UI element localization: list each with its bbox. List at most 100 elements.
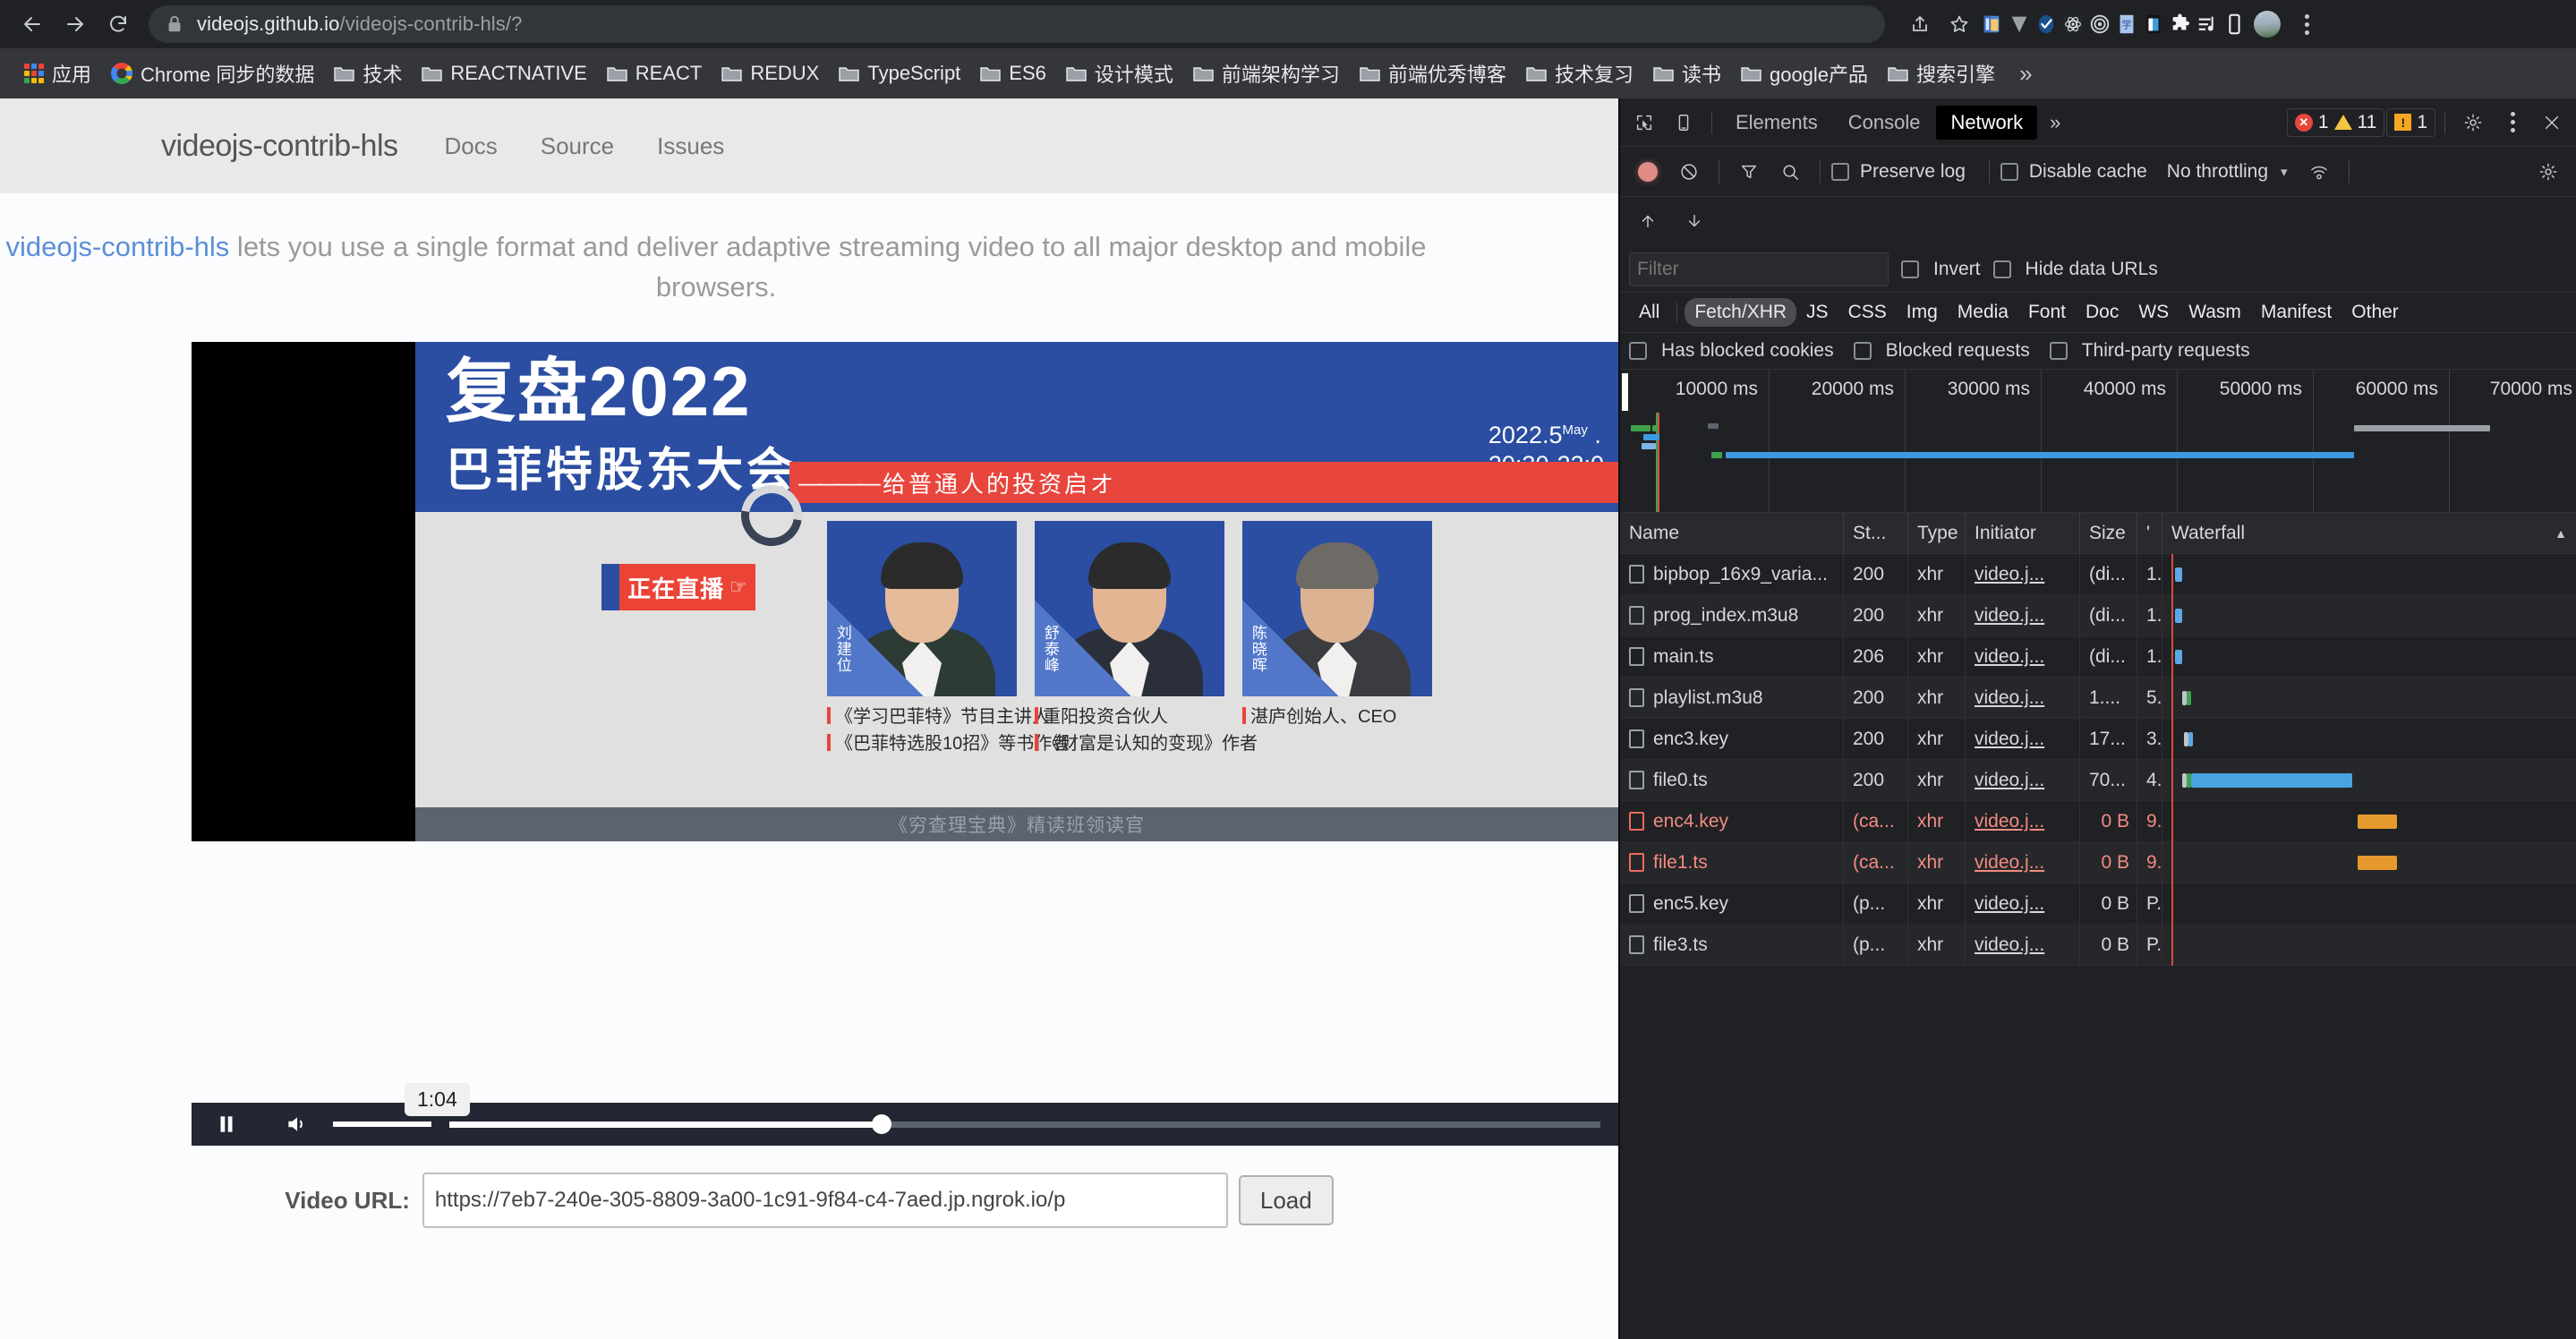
column-header-waterfall[interactable]: Waterfall ▲: [2162, 513, 2576, 554]
nav-link-docs[interactable]: Docs: [445, 132, 498, 160]
bookmark-item[interactable]: 读书: [1643, 54, 1731, 93]
issues-counter[interactable]: ! 1: [2386, 107, 2435, 137]
tab-network[interactable]: Network: [1936, 105, 2038, 140]
nav-link-issues[interactable]: Issues: [657, 132, 724, 160]
throttling-select[interactable]: No throttling: [2167, 161, 2268, 183]
bookmark-item[interactable]: 前端架构学习: [1183, 54, 1350, 93]
tab-console[interactable]: Console: [1834, 106, 1935, 140]
reload-button[interactable]: [98, 4, 138, 44]
third-party-requests-checkbox[interactable]: [2049, 342, 2068, 360]
table-row[interactable]: bipbop_16x9_varia... 200 xhr video.j... …: [1620, 554, 2576, 595]
share-icon[interactable]: [1901, 5, 1939, 43]
request-initiator[interactable]: video.j...: [1975, 893, 2044, 915]
bookmark-item[interactable]: REACTNATIVE: [412, 56, 596, 90]
volume-icon[interactable]: [261, 1103, 331, 1146]
request-initiator[interactable]: video.j...: [1975, 852, 2044, 874]
gear-icon[interactable]: [2454, 104, 2492, 141]
type-filter-wasm[interactable]: Wasm: [2179, 298, 2251, 327]
react-atom-icon[interactable]: [2060, 12, 2086, 37]
request-initiator[interactable]: video.j...: [1975, 687, 2044, 709]
disable-cache-checkbox[interactable]: [2000, 162, 2018, 181]
type-filter-manifest[interactable]: Manifest: [2251, 298, 2341, 327]
network-overview-timeline[interactable]: 10000 ms 20000 ms 30000 ms 40000 ms 5000…: [1620, 370, 2576, 513]
bookmark-item[interactable]: 前端优秀博客: [1350, 54, 1516, 93]
video-url-input[interactable]: [422, 1173, 1228, 1228]
bookmark-item[interactable]: REDUX: [712, 56, 829, 90]
filter-input[interactable]: [1629, 252, 1889, 286]
chinese-xue-icon[interactable]: 学: [2114, 12, 2139, 37]
request-initiator[interactable]: video.j...: [1975, 934, 2044, 956]
playlist-music-icon[interactable]: [2195, 12, 2220, 37]
network-request-list[interactable]: bipbop_16x9_varia... 200 xhr video.j... …: [1620, 554, 2576, 1339]
progress-bar[interactable]: [431, 1103, 1618, 1146]
bookmark-item[interactable]: Chrome 同步的数据: [101, 54, 324, 93]
table-row[interactable]: file0.ts 200 xhr video.j... 70... 4.: [1620, 759, 2576, 801]
export-har-icon[interactable]: [1676, 202, 1713, 240]
import-har-icon[interactable]: [1629, 202, 1667, 240]
invert-filter[interactable]: Invert: [1901, 259, 1981, 280]
bookmark-star-icon[interactable]: [1941, 5, 1978, 43]
device-toggle-icon[interactable]: [2222, 12, 2247, 37]
blocked-requests-checkbox[interactable]: [1853, 342, 1872, 360]
bookmark-item[interactable]: 设计模式: [1056, 54, 1183, 93]
sort-arrow-icon[interactable]: ▲: [2555, 526, 2567, 541]
bookmark-item[interactable]: REACT: [597, 56, 712, 90]
column-header-initiator[interactable]: Initiator: [1966, 512, 2080, 554]
table-row[interactable]: enc5.key (p... xhr video.j... 0 B P.: [1620, 883, 2576, 925]
has-blocked-cookies-checkbox[interactable]: [1629, 342, 1647, 360]
column-header-name[interactable]: Name: [1620, 512, 1844, 554]
video-player[interactable]: 复盘2022 巴菲特股东大会 2022.5May . 20:30-22:0 ——…: [192, 342, 1618, 841]
back-button[interactable]: [13, 4, 52, 44]
clear-icon[interactable]: [1670, 153, 1708, 191]
request-initiator[interactable]: video.j...: [1975, 729, 2044, 750]
avatar[interactable]: [2248, 5, 2286, 43]
extension-color-icon[interactable]: [1980, 12, 2005, 37]
column-header-type[interactable]: Type: [1908, 512, 1966, 554]
table-row[interactable]: file3.ts (p... xhr video.j... 0 B P.: [1620, 924, 2576, 966]
hide-data-urls-filter[interactable]: Hide data URLs: [1992, 259, 2158, 280]
table-row[interactable]: main.ts 206 xhr video.j... (di... 1.: [1620, 635, 2576, 678]
request-initiator[interactable]: video.j...: [1975, 646, 2044, 668]
request-initiator[interactable]: video.j...: [1975, 811, 2044, 832]
forward-button[interactable]: [55, 4, 95, 44]
hide-data-urls-checkbox[interactable]: [1992, 260, 2011, 278]
bookmark-item[interactable]: 搜索引擎: [1878, 54, 2005, 93]
invert-checkbox[interactable]: [1901, 260, 1919, 278]
table-row[interactable]: enc3.key 200 xhr video.j... 17... 3.: [1620, 718, 2576, 760]
progress-handle[interactable]: [872, 1114, 891, 1134]
volume-slider[interactable]: [333, 1122, 431, 1127]
kebab-menu-icon[interactable]: [2494, 104, 2531, 141]
type-filter-font[interactable]: Font: [2018, 298, 2076, 327]
bookmark-item[interactable]: 技术: [324, 54, 412, 93]
pause-icon[interactable]: [192, 1103, 261, 1146]
more-tabs-button[interactable]: »: [2039, 111, 2071, 134]
column-header-size[interactable]: Size: [2080, 512, 2137, 554]
load-button[interactable]: Load: [1238, 1175, 1334, 1225]
bookmark-apps[interactable]: 应用: [14, 54, 101, 93]
type-filter-img[interactable]: Img: [1897, 298, 1948, 327]
inspect-element-icon[interactable]: [1625, 104, 1663, 141]
address-bar[interactable]: videojs.github.io/videojs-contrib-hls/?: [149, 5, 1885, 43]
puzzle-extension-icon[interactable]: [2168, 12, 2193, 37]
network-settings-gear-icon[interactable]: [2529, 153, 2567, 191]
table-row[interactable]: playlist.m3u8 200 xhr video.j... 1.... 5…: [1620, 677, 2576, 719]
record-icon[interactable]: [1629, 153, 1667, 191]
request-initiator[interactable]: video.j...: [1975, 770, 2044, 791]
intro-link[interactable]: videojs-contrib-hls: [5, 231, 229, 262]
close-icon[interactable]: [2533, 104, 2571, 141]
target-rings-icon[interactable]: [2087, 12, 2112, 37]
table-row[interactable]: prog_index.m3u8 200 xhr video.j... (di..…: [1620, 594, 2576, 636]
column-header-status[interactable]: St...: [1844, 512, 1908, 554]
bookmark-item[interactable]: google产品: [1731, 54, 1878, 93]
type-filter-fetch-xhr[interactable]: Fetch/XHR: [1685, 298, 1797, 327]
filter-funnel-icon[interactable]: [1730, 153, 1768, 191]
chevron-down-icon[interactable]: ▾: [2281, 164, 2288, 180]
bookmark-item[interactable]: 技术复习: [1516, 54, 1643, 93]
table-row[interactable]: enc4.key (ca... xhr video.j... 0 B 9.: [1620, 800, 2576, 842]
type-filter-doc[interactable]: Doc: [2076, 298, 2128, 327]
type-filter-media[interactable]: Media: [1948, 298, 2018, 327]
type-filter-other[interactable]: Other: [2341, 298, 2409, 327]
vimeo-v-icon[interactable]: [2007, 12, 2032, 37]
kebab-menu-icon[interactable]: [2288, 5, 2325, 43]
tab-elements[interactable]: Elements: [1721, 106, 1832, 140]
